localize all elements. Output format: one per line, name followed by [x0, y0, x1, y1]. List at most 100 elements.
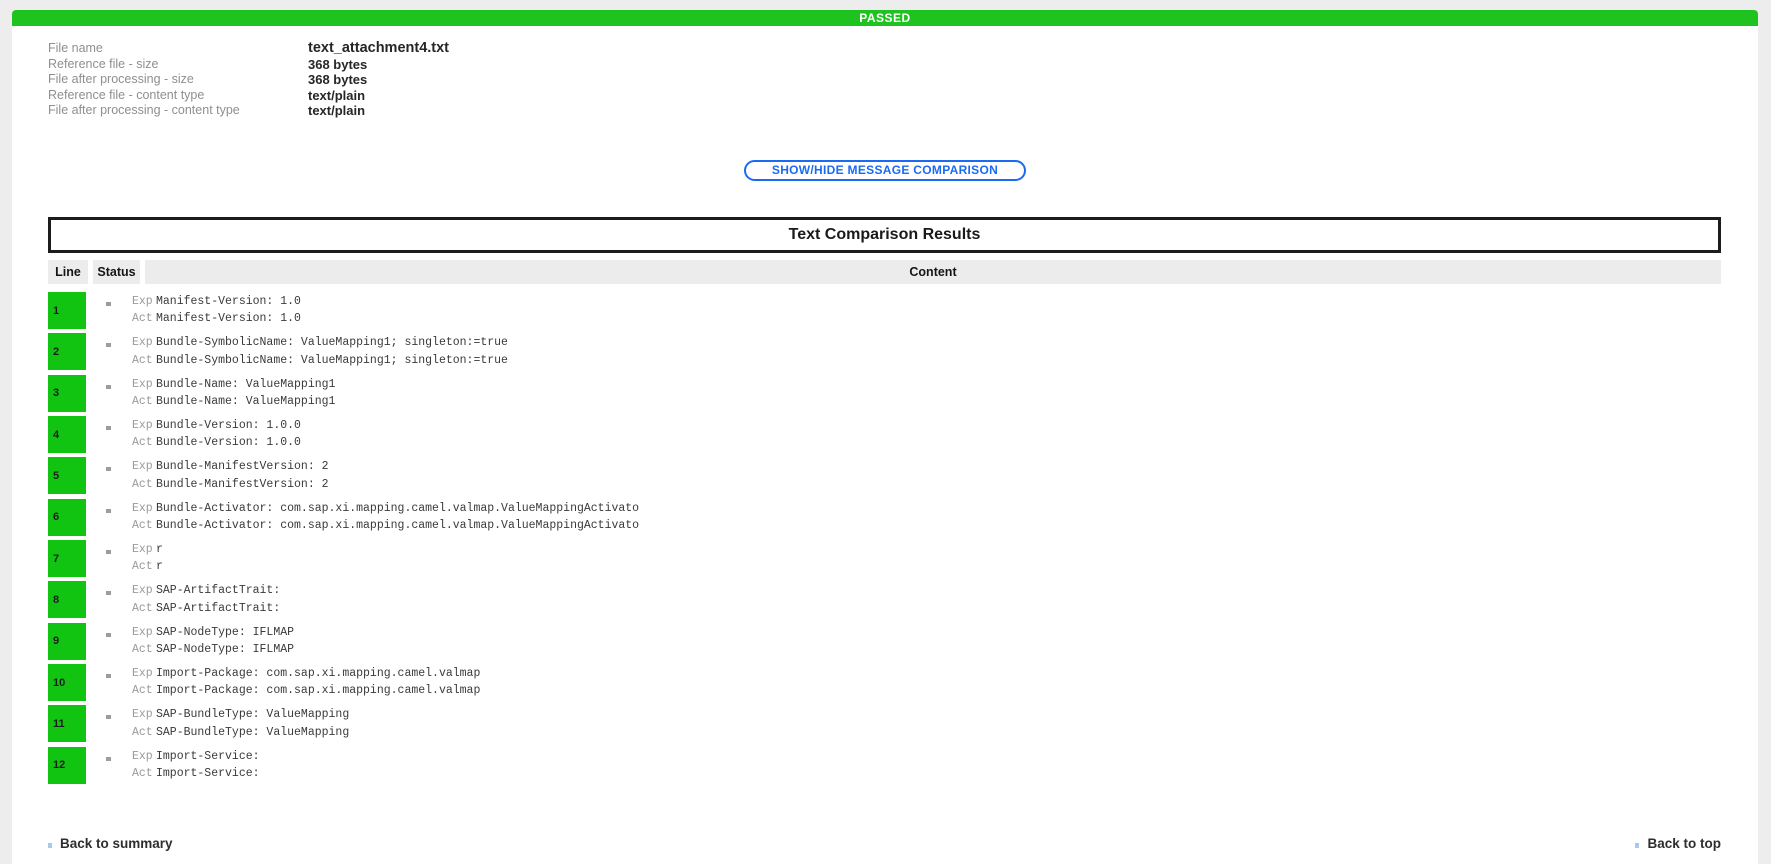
back-to-top-link[interactable]: Back to top: [1635, 836, 1721, 851]
status-icon: [106, 467, 111, 471]
expected-content: Bundle-Version: 1.0.0: [156, 419, 301, 432]
status-icon: [106, 633, 111, 637]
actual-content: SAP-BundleType: ValueMapping: [156, 726, 349, 739]
expected-line: ExpBundle-Version: 1.0.0: [132, 417, 301, 434]
file-info-row: Reference file - size 368 bytes: [48, 57, 449, 73]
link-bullet-icon: [48, 843, 52, 848]
expected-content: r: [156, 543, 163, 556]
actual-line: Actr: [132, 558, 163, 575]
actual-content: Manifest-Version: 1.0: [156, 312, 301, 325]
status-icon: [106, 426, 111, 430]
content-cell: ExpBundle-Activator: com.sap.xi.mapping.…: [132, 500, 639, 535]
actual-label: Act: [132, 682, 156, 699]
actual-line: ActBundle-Version: 1.0.0: [132, 434, 301, 451]
actual-label: Act: [132, 352, 156, 369]
actual-line: ActBundle-Name: ValueMapping1: [132, 393, 335, 410]
status-cell: [106, 633, 111, 637]
actual-line: ActSAP-NodeType: IFLMAP: [132, 641, 294, 658]
expected-line: ExpManifest-Version: 1.0: [132, 293, 301, 310]
content-cell: ExpBundle-Name: ValueMapping1 ActBundle-…: [132, 376, 335, 411]
actual-line: ActSAP-ArtifactTrait:: [132, 600, 280, 617]
expected-label: Exp: [132, 706, 156, 723]
status-cell: [106, 302, 111, 306]
line-number-badge: 6: [48, 499, 86, 536]
expected-label: Exp: [132, 748, 156, 765]
file-info-label: File after processing - size: [48, 72, 308, 88]
expected-line: ExpBundle-ManifestVersion: 2: [132, 458, 329, 475]
actual-content: Bundle-SymbolicName: ValueMapping1; sing…: [156, 354, 508, 367]
expected-line: ExpSAP-ArtifactTrait:: [132, 582, 280, 599]
file-info-label: File name: [48, 41, 308, 57]
actual-content: Bundle-Activator: com.sap.xi.mapping.cam…: [156, 519, 639, 532]
expected-line: ExpSAP-BundleType: ValueMapping: [132, 706, 349, 723]
status-icon: [106, 550, 111, 554]
file-info-label: File after processing - content type: [48, 103, 308, 119]
comparison-results-title: Text Comparison Results: [48, 217, 1721, 253]
file-info-value: text/plain: [308, 88, 365, 104]
expected-content: Bundle-SymbolicName: ValueMapping1; sing…: [156, 336, 508, 349]
status-cell: [106, 509, 111, 513]
file-info-row: File after processing - size 368 bytes: [48, 72, 449, 88]
expected-content: Bundle-ManifestVersion: 2: [156, 460, 329, 473]
line-number-badge: 3: [48, 375, 86, 412]
comparison-table-header: Line Status Content: [48, 260, 1721, 284]
actual-content: SAP-ArtifactTrait:: [156, 602, 280, 615]
file-info-label: Reference file - size: [48, 57, 308, 73]
status-icon: [106, 509, 111, 513]
expected-label: Exp: [132, 500, 156, 517]
actual-line: ActManifest-Version: 1.0: [132, 310, 301, 327]
status-cell: [106, 467, 111, 471]
status-banner: PASSED: [12, 10, 1758, 26]
expected-line: ExpImport-Service:: [132, 748, 260, 765]
content-cell: ExpImport-Package: com.sap.xi.mapping.ca…: [132, 665, 480, 700]
status-icon: [106, 715, 111, 719]
footer-navigation: Back to summary Back to top: [48, 836, 1721, 851]
expected-content: Import-Service:: [156, 750, 260, 763]
expected-label: Exp: [132, 665, 156, 682]
actual-label: Act: [132, 765, 156, 782]
actual-content: Bundle-ManifestVersion: 2: [156, 478, 329, 491]
content-cell: ExpSAP-NodeType: IFLMAP ActSAP-NodeType:…: [132, 624, 294, 659]
status-icon: [106, 343, 111, 347]
column-header-content: Content: [145, 260, 1721, 284]
status-cell: [106, 550, 111, 554]
file-info-value: 368 bytes: [308, 57, 367, 73]
toggle-button-row: SHOW/HIDE MESSAGE COMPARISON: [12, 160, 1758, 181]
test-report-card: PASSED File name text_attachment4.txt Re…: [12, 10, 1758, 864]
expected-line: ExpImport-Package: com.sap.xi.mapping.ca…: [132, 665, 480, 682]
expected-content: SAP-ArtifactTrait:: [156, 584, 280, 597]
file-info-value: text_attachment4.txt: [308, 41, 449, 57]
expected-content: Bundle-Name: ValueMapping1: [156, 378, 335, 391]
status-icon: [106, 674, 111, 678]
expected-label: Exp: [132, 541, 156, 558]
content-cell: ExpBundle-Version: 1.0.0 ActBundle-Versi…: [132, 417, 301, 452]
back-to-summary-link[interactable]: Back to summary: [48, 836, 173, 851]
expected-line: ExpBundle-Activator: com.sap.xi.mapping.…: [132, 500, 639, 517]
file-info-table: File name text_attachment4.txt Reference…: [48, 41, 449, 119]
content-cell: ExpImport-Service: ActImport-Service:: [132, 748, 260, 783]
line-number-badge: 1: [48, 292, 86, 329]
status-cell: [106, 385, 111, 389]
line-number-badge: 11: [48, 705, 86, 742]
line-number-badge: 7: [48, 540, 86, 577]
file-info-value: text/plain: [308, 103, 365, 119]
expected-label: Exp: [132, 334, 156, 351]
status-icon: [106, 757, 111, 761]
expected-content: SAP-NodeType: IFLMAP: [156, 626, 294, 639]
show-hide-message-comparison-button[interactable]: SHOW/HIDE MESSAGE COMPARISON: [744, 160, 1026, 181]
line-number-badge: 9: [48, 623, 86, 660]
file-info-value: 368 bytes: [308, 72, 367, 88]
expected-content: Bundle-Activator: com.sap.xi.mapping.cam…: [156, 502, 639, 515]
actual-content: r: [156, 560, 163, 573]
line-number-badge: 10: [48, 664, 86, 701]
back-to-summary-label: Back to summary: [60, 836, 173, 851]
actual-content: Import-Service:: [156, 767, 260, 780]
actual-line: ActSAP-BundleType: ValueMapping: [132, 724, 349, 741]
expected-label: Exp: [132, 582, 156, 599]
expected-label: Exp: [132, 293, 156, 310]
actual-label: Act: [132, 476, 156, 493]
column-header-line: Line: [48, 260, 88, 284]
content-cell: ExpSAP-BundleType: ValueMapping ActSAP-B…: [132, 706, 349, 741]
actual-line: ActImport-Service:: [132, 765, 260, 782]
line-number-badge: 12: [48, 747, 86, 784]
